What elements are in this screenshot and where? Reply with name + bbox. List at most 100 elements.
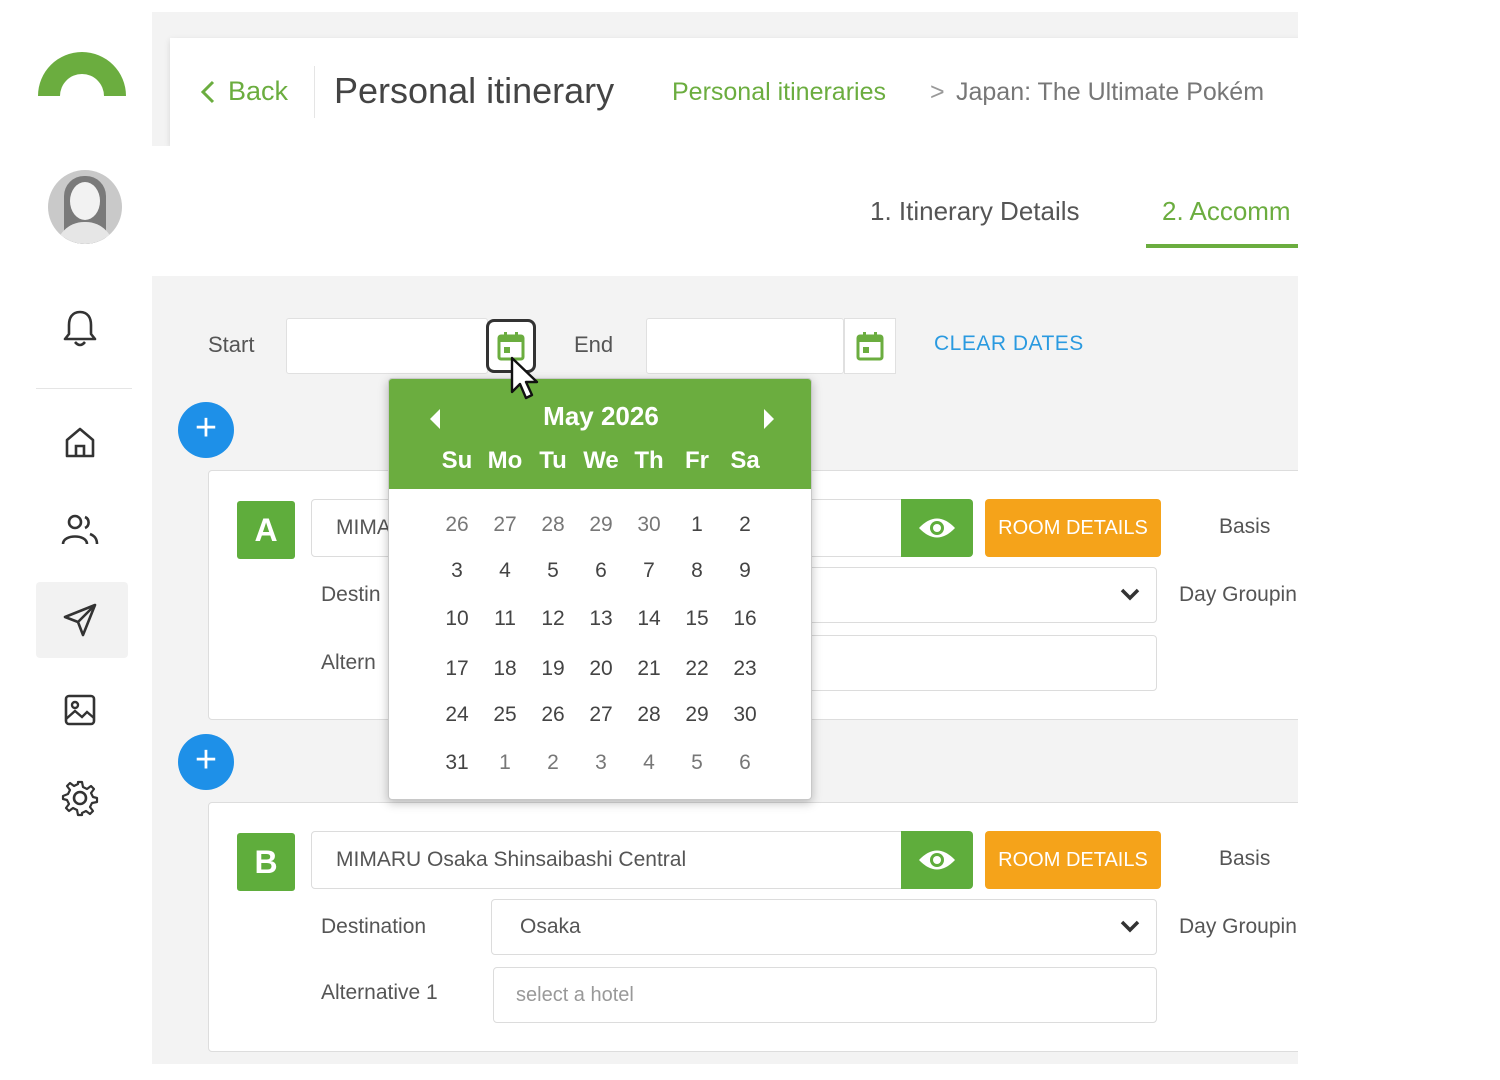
image-icon[interactable] [58,688,102,732]
calendar-day[interactable]: 18 [481,657,529,681]
calendar-day[interactable]: 23 [721,657,769,681]
calendar-day[interactable]: 14 [625,607,673,631]
calendar-day[interactable]: 4 [625,751,673,775]
view-hotel-button[interactable] [901,831,973,889]
calendar-day[interactable]: 3 [433,559,481,583]
calendar-day[interactable]: 24 [433,703,481,727]
calendar-icon [856,332,884,361]
calendar-day[interactable]: 30 [625,513,673,537]
add-accommodation-button[interactable]: + [178,402,234,458]
calendar-day[interactable]: 2 [721,513,769,537]
calendar-day[interactable]: 6 [721,751,769,775]
calendar-day[interactable]: 22 [673,657,721,681]
page-title: Personal itinerary [334,70,615,111]
tab-accommodation[interactable]: 2. Accomm [1162,196,1291,227]
breadcrumb-current: Japan: The Ultimate Pokém [956,78,1265,106]
calendar-day[interactable]: 15 [673,607,721,631]
calendar-day[interactable]: 1 [673,513,721,537]
calendar-day[interactable]: 31 [433,751,481,775]
add-accommodation-button[interactable]: + [178,734,234,790]
chevron-down-icon [1120,920,1140,933]
weekday-label: We [583,447,619,474]
plus-icon: + [194,407,218,449]
calendar-day[interactable]: 2 [529,751,577,775]
datepicker-popup: May 2026 Su Mo Tu We Th Fr Sa 26 27 28 29 30 1 2 3 4 5 6… [388,378,812,800]
accommodation-card-b: B MIMARU Osaka Shinsaibashi Central ROOM… [208,802,1298,1052]
end-date-input[interactable] [646,318,844,374]
weekday-label: Fr [685,447,709,474]
header-divider [314,66,315,118]
calendar-day[interactable]: 16 [721,607,769,631]
calendar-day[interactable]: 25 [481,703,529,727]
sidebar-divider [36,388,132,389]
calendar-day[interactable]: 19 [529,657,577,681]
alternative-hotel-input[interactable]: select a hotel [493,967,1157,1023]
weekday-label: Su [441,447,473,474]
avatar-head [70,182,100,220]
hotel-input[interactable]: MIMARU Osaka Shinsaibashi Central [311,831,903,889]
calendar-day[interactable]: 7 [625,559,673,583]
tab-itinerary-details[interactable]: 1. Itinerary Details [870,196,1080,227]
calendar-day[interactable]: 28 [625,703,673,727]
datepicker-month-title[interactable]: May 2026 [389,401,811,432]
view-hotel-button[interactable] [901,499,973,557]
calendar-day[interactable]: 5 [673,751,721,775]
calendar-day[interactable]: 10 [433,607,481,631]
calendar-day[interactable]: 6 [577,559,625,583]
people-icon[interactable] [58,508,102,552]
chevron-down-icon [1120,588,1140,601]
caret-right-icon [764,409,774,429]
calendar-day[interactable]: 11 [481,607,529,631]
start-date-input[interactable] [286,318,488,374]
send-icon[interactable] [58,598,102,642]
destination-label: Destin [321,583,381,606]
weekday-label: Mo [487,447,523,474]
calendar-day[interactable]: 27 [481,513,529,537]
header-bar: Back Personal itinerary Personal itinera… [170,38,1298,146]
calendar-day[interactable]: 3 [577,751,625,775]
back-button[interactable]: Back [200,76,288,107]
start-label: Start [208,332,255,357]
active-tab-underline [1146,244,1298,248]
blank-margin [1298,0,1500,1080]
clear-dates-button[interactable]: CLEAR DATES [934,332,1084,356]
breadcrumb-personal-itineraries[interactable]: Personal itineraries [672,78,886,107]
plus-icon: + [194,739,218,781]
calendar-day[interactable]: 1 [481,751,529,775]
calendar-day[interactable]: 20 [577,657,625,681]
destination-value: Osaka [520,915,581,938]
calendar-day[interactable]: 28 [529,513,577,537]
gear-icon[interactable] [58,776,102,820]
card-letter-badge: A [237,501,295,559]
calendar-day[interactable]: 17 [433,657,481,681]
end-calendar-button[interactable] [844,318,896,374]
calendar-day[interactable]: 8 [673,559,721,583]
calendar-day[interactable]: 21 [625,657,673,681]
breadcrumb-separator: > [930,78,945,106]
logo-arc-icon[interactable] [34,44,130,100]
next-month-button[interactable] [757,405,781,433]
day-grouping-label: Day Groupin [1179,915,1297,938]
calendar-day[interactable]: 13 [577,607,625,631]
calendar-day[interactable]: 29 [577,513,625,537]
calendar-day[interactable]: 12 [529,607,577,631]
calendar-day[interactable]: 27 [577,703,625,727]
calendar-day[interactable]: 26 [529,703,577,727]
alternative-label: Alternative 1 [321,981,438,1004]
calendar-day[interactable]: 30 [721,703,769,727]
destination-select[interactable]: Osaka [491,899,1157,955]
room-details-button[interactable]: ROOM DETAILS [985,499,1161,557]
bell-icon[interactable] [58,306,102,350]
eye-icon [919,518,955,538]
end-label: End [574,332,614,357]
calendar-day[interactable]: 4 [481,559,529,583]
avatar[interactable] [48,170,122,244]
calendar-day[interactable]: 5 [529,559,577,583]
home-icon[interactable] [58,420,102,464]
room-details-button[interactable]: ROOM DETAILS [985,831,1161,889]
calendar-day[interactable]: 9 [721,559,769,583]
day-grouping-label: Day Groupin [1179,583,1297,606]
chevron-left-icon [200,80,215,103]
calendar-day[interactable]: 29 [673,703,721,727]
calendar-day[interactable]: 26 [433,513,481,537]
